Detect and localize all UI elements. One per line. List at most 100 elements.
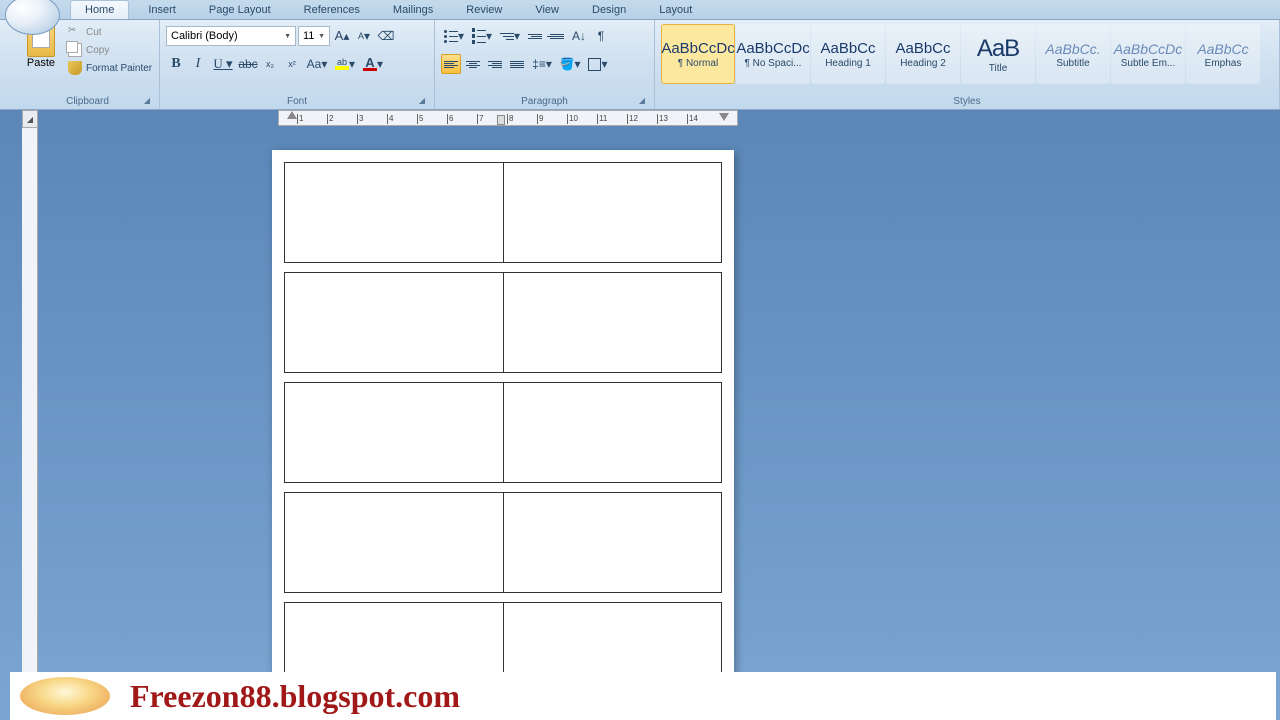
justify-icon bbox=[510, 61, 524, 68]
document-table[interactable] bbox=[284, 162, 722, 703]
style-preview: AaBbCcDc bbox=[736, 41, 809, 56]
ruler-tick: 1 bbox=[297, 114, 303, 124]
clear-formatting-button[interactable]: ⌫ bbox=[376, 26, 396, 46]
style-heading-1[interactable]: AaBbCc Heading 1 bbox=[811, 24, 885, 84]
style-label: Title bbox=[989, 63, 1008, 74]
ruler-tick: 9 bbox=[537, 114, 543, 124]
highlight-button[interactable]: ab▾ bbox=[332, 54, 358, 74]
underline-button[interactable]: U ▾ bbox=[210, 54, 236, 74]
horizontal-ruler[interactable]: 1234567891011121314 bbox=[278, 110, 738, 126]
tab-references[interactable]: References bbox=[290, 1, 374, 19]
ruler-tick: 3 bbox=[357, 114, 363, 124]
format-painter-button[interactable]: Format Painter bbox=[66, 60, 154, 76]
style--no-spaci-[interactable]: AaBbCcDc¶ No Spaci... bbox=[736, 24, 810, 84]
style-preview: AaBbCc bbox=[820, 41, 875, 56]
shading-button[interactable]: 🪣▾ bbox=[557, 54, 583, 74]
style--normal[interactable]: AaBbCcDc ¶ Normal bbox=[661, 24, 735, 84]
style-subtle-em-[interactable]: AaBbCcDcSubtle Em... bbox=[1111, 24, 1185, 84]
tab-marker-icon[interactable] bbox=[497, 115, 505, 125]
align-center-button[interactable] bbox=[463, 54, 483, 74]
tab-insert[interactable]: Insert bbox=[134, 1, 190, 19]
indent-marker-left-icon[interactable] bbox=[287, 111, 297, 119]
ribbon: Paste ✂ Cut Copy Format Painter Clipboar… bbox=[0, 20, 1280, 110]
style-label: Heading 1 bbox=[825, 58, 871, 69]
ruler-tick: 4 bbox=[387, 114, 393, 124]
style-label: Subtle Em... bbox=[1121, 58, 1175, 69]
change-case-button[interactable]: Aa▾ bbox=[304, 54, 330, 74]
ruler-corner[interactable]: ◢ bbox=[22, 110, 38, 128]
style-title[interactable]: AaBTitle bbox=[961, 24, 1035, 84]
align-right-button[interactable] bbox=[485, 54, 505, 74]
decrease-indent-button[interactable] bbox=[525, 26, 545, 46]
ruler-tick: 13 bbox=[657, 114, 668, 124]
ruler-tick: 12 bbox=[627, 114, 638, 124]
tab-view[interactable]: View bbox=[521, 1, 573, 19]
clipboard-group-label: Clipboard ◢ bbox=[20, 94, 155, 109]
paragraph-group: ▾ ▾ ▾ A↓ ¶ ‡≡▾ 🪣▾ ▾ bbox=[435, 20, 655, 109]
subscript-button[interactable]: x₂ bbox=[260, 54, 280, 74]
shrink-font-button[interactable]: A▾ bbox=[354, 26, 374, 46]
bullets-button[interactable]: ▾ bbox=[441, 26, 467, 46]
cut-button[interactable]: ✂ Cut bbox=[66, 24, 154, 40]
font-size-select[interactable]: 11 ▼ bbox=[298, 26, 330, 46]
ruler-tick: 10 bbox=[567, 114, 578, 124]
line-spacing-button[interactable]: ‡≡▾ bbox=[529, 54, 555, 74]
tab-home[interactable]: Home bbox=[70, 0, 129, 19]
font-expand-icon[interactable]: ◢ bbox=[416, 96, 428, 108]
table-row[interactable] bbox=[285, 493, 722, 593]
style-label: ¶ Normal bbox=[678, 58, 718, 69]
align-center-icon bbox=[466, 61, 480, 68]
indent-icon bbox=[550, 34, 564, 39]
border-icon bbox=[588, 58, 601, 71]
format-painter-label: Format Painter bbox=[86, 63, 152, 74]
tab-page-layout[interactable]: Page Layout bbox=[195, 1, 285, 19]
italic-button[interactable]: I bbox=[188, 54, 208, 74]
ruler-tick: 6 bbox=[447, 114, 453, 124]
increase-indent-button[interactable] bbox=[547, 26, 567, 46]
style-emphas[interactable]: AaBbCcEmphas bbox=[1186, 24, 1260, 84]
indent-marker-right-icon[interactable] bbox=[719, 113, 729, 121]
document-page[interactable] bbox=[272, 150, 734, 715]
multilevel-list-button[interactable]: ▾ bbox=[497, 26, 523, 46]
vertical-ruler[interactable] bbox=[22, 128, 38, 720]
tab-mailings[interactable]: Mailings bbox=[379, 1, 447, 19]
paste-label: Paste bbox=[27, 57, 55, 69]
sort-button[interactable]: A↓ bbox=[569, 26, 589, 46]
show-marks-button[interactable]: ¶ bbox=[591, 26, 611, 46]
style-preview: AaBbCcDc bbox=[661, 41, 734, 56]
superscript-button[interactable]: x² bbox=[282, 54, 302, 74]
paragraph-expand-icon[interactable]: ◢ bbox=[636, 96, 648, 108]
outdent-icon bbox=[528, 34, 542, 39]
ruler-tick: 2 bbox=[327, 114, 333, 124]
table-row[interactable] bbox=[285, 383, 722, 483]
align-left-button[interactable] bbox=[441, 54, 461, 74]
style-subtitle[interactable]: AaBbCc.Subtitle bbox=[1036, 24, 1110, 84]
font-name-select[interactable]: Calibri (Body) ▼ bbox=[166, 26, 296, 46]
style-preview: AaBbCc bbox=[1197, 42, 1248, 56]
clipboard-expand-icon[interactable]: ◢ bbox=[141, 96, 153, 108]
tab-review[interactable]: Review bbox=[452, 1, 516, 19]
justify-button[interactable] bbox=[507, 54, 527, 74]
tab-layout[interactable]: Layout bbox=[645, 1, 706, 19]
tab-design[interactable]: Design bbox=[578, 1, 640, 19]
numbering-button[interactable]: ▾ bbox=[469, 26, 495, 46]
style-label: Heading 2 bbox=[900, 58, 946, 69]
borders-button[interactable]: ▾ bbox=[585, 54, 611, 74]
bold-button[interactable]: B bbox=[166, 54, 186, 74]
ribbon-tabs: Home Insert Page Layout References Maili… bbox=[0, 0, 1280, 20]
ruler-tick: 14 bbox=[687, 114, 698, 124]
table-row[interactable] bbox=[285, 163, 722, 263]
multilevel-icon bbox=[500, 29, 514, 43]
style-label: Subtitle bbox=[1056, 58, 1089, 69]
copy-button[interactable]: Copy bbox=[66, 42, 154, 58]
cut-label: Cut bbox=[86, 27, 102, 38]
align-left-icon bbox=[444, 61, 458, 68]
table-row[interactable] bbox=[285, 273, 722, 373]
watermark-text: Freezon88.blogspot.com bbox=[130, 678, 460, 715]
font-color-button[interactable]: A▾ bbox=[360, 54, 386, 74]
strikethrough-button[interactable]: abc bbox=[238, 54, 258, 74]
grow-font-button[interactable]: A▴ bbox=[332, 26, 352, 46]
style-heading-2[interactable]: AaBbCcHeading 2 bbox=[886, 24, 960, 84]
brush-icon bbox=[68, 61, 82, 75]
paragraph-group-label: Paragraph ◢ bbox=[439, 94, 650, 109]
